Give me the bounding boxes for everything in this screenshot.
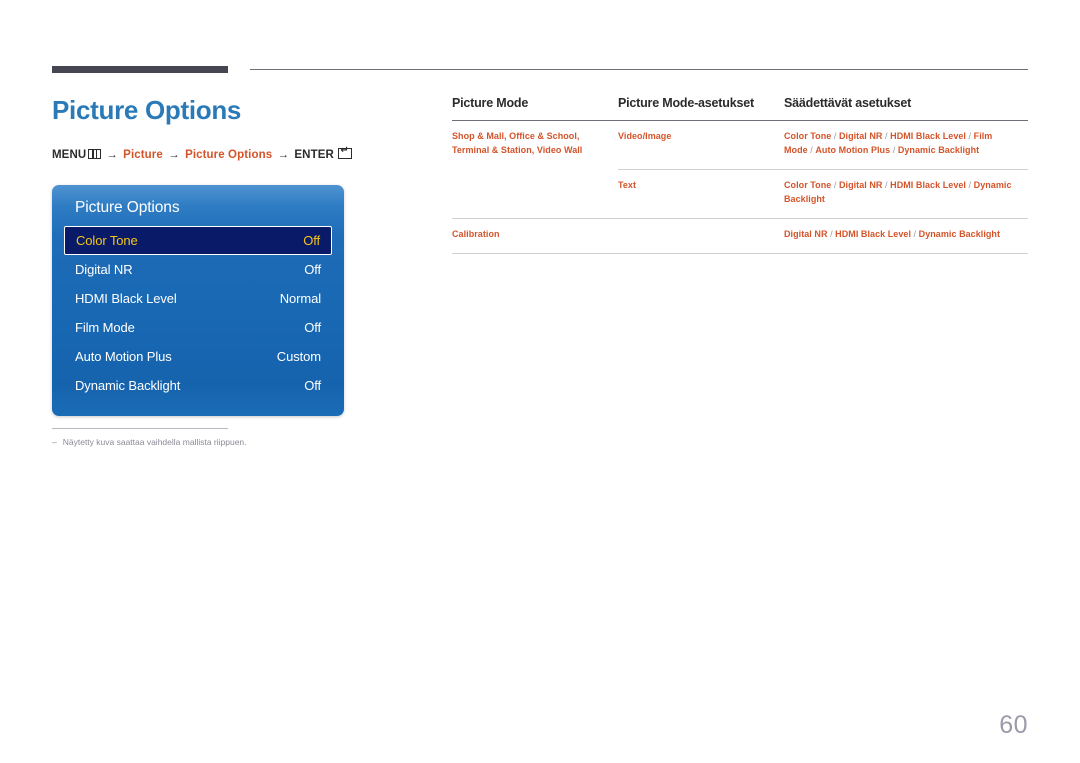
footnote-text: Näytetty kuva saattaa vaihdella mallista… xyxy=(62,437,247,447)
cell-adjustable: Color Tone / Digital NR / HDMI Black Lev… xyxy=(784,131,993,155)
osd-label: Auto Motion Plus xyxy=(75,349,172,364)
osd-panel-title: Picture Options xyxy=(75,199,180,216)
cell-adjustable: Color Tone / Digital NR / HDMI Black Lev… xyxy=(784,168,1028,219)
breadcrumb-arrow-2: → xyxy=(168,148,180,161)
header-rule-thin xyxy=(250,69,1028,70)
osd-row-dynamic-backlight[interactable]: Dynamic Backlight Off xyxy=(64,371,332,400)
osd-row-auto-motion-plus[interactable]: Auto Motion Plus Custom xyxy=(64,342,332,371)
table-row: Shop & Mall, Office & School, Terminal &… xyxy=(452,121,1028,170)
osd-row-digital-nr[interactable]: Digital NR Off xyxy=(64,255,332,284)
menu-grid-icon xyxy=(88,148,102,159)
osd-value: Off xyxy=(303,233,320,248)
page-title: Picture Options xyxy=(52,95,242,125)
osd-value: Normal xyxy=(279,291,321,306)
footnote-rule xyxy=(52,428,228,429)
osd-label: Dynamic Backlight xyxy=(75,378,181,393)
breadcrumb-arrow-1: → xyxy=(106,148,118,161)
osd-row-film-mode[interactable]: Film Mode Off xyxy=(64,313,332,342)
breadcrumb-step-picture-options[interactable]: Picture Options xyxy=(185,149,272,161)
cell-picture-mode: Shop & Mall, Office & School, Terminal &… xyxy=(452,131,583,155)
cell-picture-mode: Calibration xyxy=(452,217,618,254)
table-header-row: Picture Mode Picture Mode-asetukset Sääd… xyxy=(452,96,1028,121)
footnote-line: – Näytetty kuva saattaa vaihdella mallis… xyxy=(52,437,352,448)
osd-value: Off xyxy=(304,262,321,277)
osd-value: Off xyxy=(304,378,321,393)
cell-adjustable: Digital NR / HDMI Black Level / Dynamic … xyxy=(784,217,1028,254)
osd-row-color-tone[interactable]: Color Tone Off xyxy=(64,226,332,255)
breadcrumb-step-picture[interactable]: Picture xyxy=(123,149,163,161)
osd-label: Film Mode xyxy=(75,320,135,335)
col-header-picture-mode-settings: Picture Mode-asetukset xyxy=(618,96,754,110)
osd-panel: Picture Options Color Tone Off Digital N… xyxy=(52,185,344,416)
breadcrumb: MENU → Picture → Picture Options → ENTER xyxy=(52,145,412,161)
footnote-block: – Näytetty kuva saattaa vaihdella mallis… xyxy=(52,428,352,448)
page-number: 60 xyxy=(999,711,1028,739)
breadcrumb-arrow-3: → xyxy=(277,148,290,161)
table-row: Calibration Digital NR / HDMI Black Leve… xyxy=(452,217,1028,254)
osd-label: HDMI Black Level xyxy=(75,291,177,306)
breadcrumb-menu-label: MENU xyxy=(52,148,87,161)
osd-value: Custom xyxy=(276,349,321,364)
header-rule-thick xyxy=(52,66,228,73)
osd-label: Color Tone xyxy=(76,233,138,248)
osd-value: Off xyxy=(304,320,321,335)
breadcrumb-enter-label: ENTER xyxy=(294,148,334,161)
cell-mode-setting xyxy=(618,217,784,254)
col-header-picture-mode: Picture Mode xyxy=(452,96,529,110)
cell-mode-setting: Text xyxy=(618,168,784,219)
picture-mode-table: Picture Mode Picture Mode-asetukset Sääd… xyxy=(452,96,1028,254)
col-header-adjustable-settings: Säädettävät asetukset xyxy=(784,96,912,110)
osd-row-hdmi-black-level[interactable]: HDMI Black Level Normal xyxy=(64,284,332,313)
left-column: Picture Options MENU → Picture → Picture … xyxy=(52,95,412,183)
cell-mode-setting: Video/Image xyxy=(618,131,672,141)
enter-key-icon xyxy=(337,145,352,159)
osd-label: Digital NR xyxy=(75,262,133,277)
footnote-dash: – xyxy=(52,437,57,447)
